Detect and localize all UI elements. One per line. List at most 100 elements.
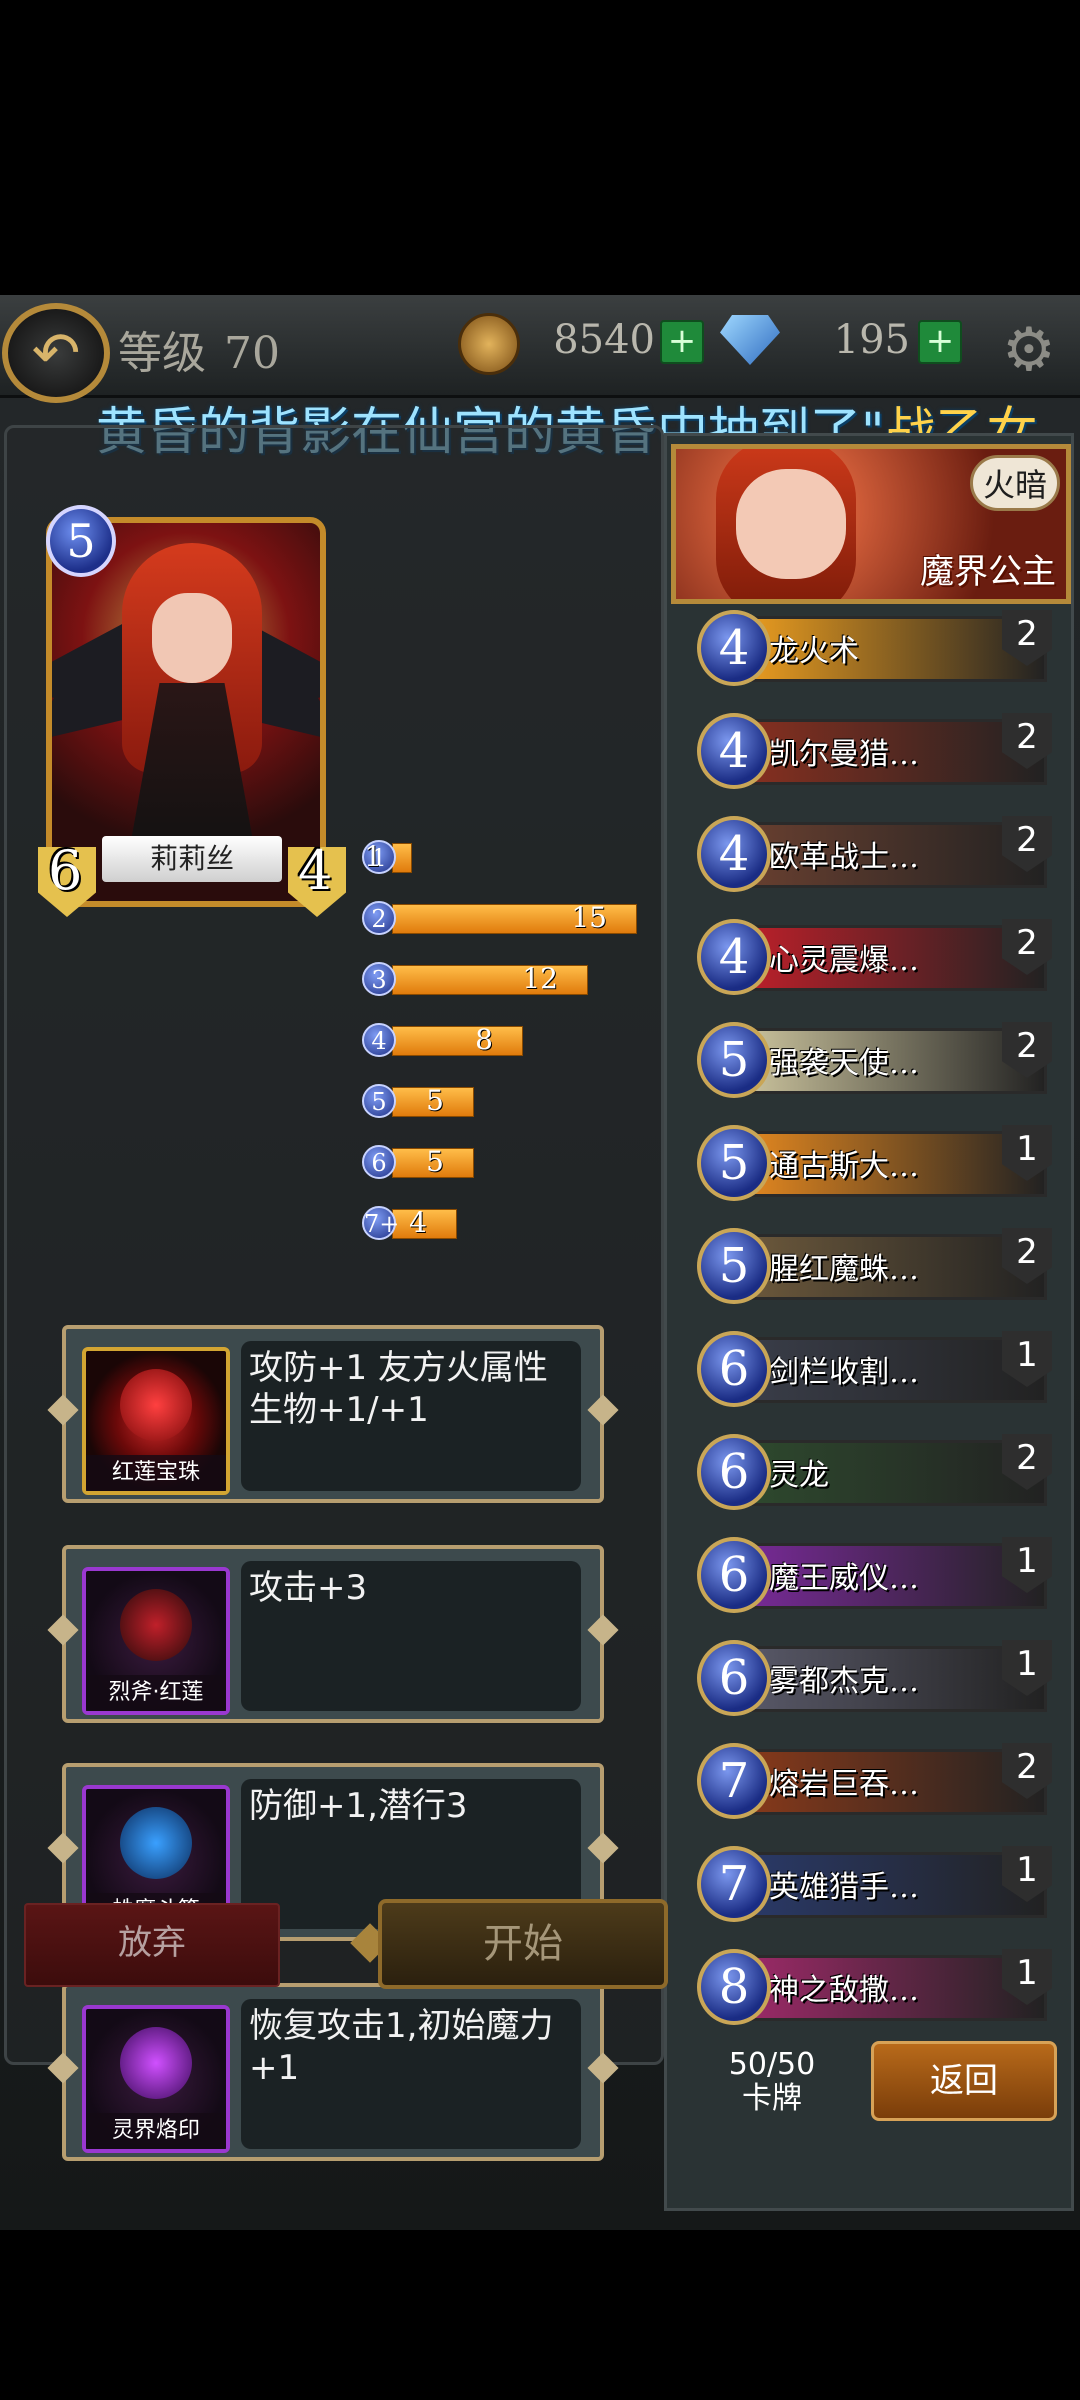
equipment-name: 红莲宝珠 bbox=[86, 1455, 226, 1491]
equipment-name: 烈斧·红莲 bbox=[86, 1675, 226, 1711]
card-cost: 4 bbox=[697, 919, 771, 995]
curve-bar bbox=[392, 1026, 523, 1056]
settings-gear-icon[interactable]: ⚙ bbox=[1002, 315, 1056, 385]
card-name: 欧革战士… bbox=[769, 840, 919, 875]
equipment-name: 灵界烙印 bbox=[86, 2113, 226, 2149]
curve-count: 5 bbox=[426, 1145, 444, 1178]
deck-card[interactable]: 腥红魔蛛… 5 2 bbox=[697, 1228, 1052, 1308]
coin-icon bbox=[458, 313, 520, 375]
equipment-description: 攻击+3 bbox=[241, 1561, 581, 1711]
equipment-icon: 红莲宝珠 bbox=[82, 1347, 230, 1495]
element-badge: 火暗 bbox=[969, 455, 1060, 511]
deck-card[interactable]: 凯尔曼猎… 4 2 bbox=[697, 713, 1052, 793]
curve-count: 5 bbox=[426, 1084, 444, 1117]
deck-card[interactable]: 神之敌撒… 8 1 bbox=[697, 1949, 1052, 2029]
equipment-art bbox=[120, 2027, 192, 2099]
equipment-icon: 灵界烙印 bbox=[82, 2005, 230, 2153]
deck-card[interactable]: 雾都杰克… 6 1 bbox=[697, 1640, 1052, 1720]
card-name: 心灵震爆… bbox=[769, 943, 919, 978]
curve-cost: 7+ bbox=[362, 1206, 399, 1240]
card-cost: 5 bbox=[697, 1125, 771, 1201]
diamond-icon bbox=[720, 315, 780, 365]
deck-card[interactable]: 灵龙 6 2 bbox=[697, 1434, 1052, 1514]
equipment-description: 攻防+1 友方火属性生物+1/+1 bbox=[241, 1341, 581, 1491]
deck-card[interactable]: 心灵震爆… 4 2 bbox=[697, 919, 1052, 999]
card-name: 凯尔曼猎… bbox=[769, 737, 919, 772]
card-cost: 6 bbox=[697, 1537, 771, 1613]
card-name: 龙火术 bbox=[769, 634, 859, 669]
hero-cost: 5 bbox=[46, 505, 116, 577]
curve-cost: 2 bbox=[362, 901, 396, 935]
card-cost: 7 bbox=[697, 1743, 771, 1819]
deck-panel: 火暗 魔界公主 龙火术 4 2 凯尔曼猎… 4 2 欧革战士… 4 2 心灵震爆… 4 2 强袭天使… 5… bbox=[664, 433, 1074, 2211]
leader-card[interactable]: 火暗 魔界公主 bbox=[671, 444, 1071, 604]
equipment-art bbox=[120, 1369, 192, 1441]
hero-health: 4 bbox=[298, 839, 333, 902]
leader-face bbox=[736, 469, 846, 579]
leader-title: 魔界公主 bbox=[920, 552, 1056, 592]
card-cost: 6 bbox=[697, 1331, 771, 1407]
card-name: 雾都杰克… bbox=[769, 1664, 919, 1699]
card-cost: 4 bbox=[697, 713, 771, 789]
add-gems-button[interactable]: + bbox=[918, 320, 962, 364]
deck-card[interactable]: 强袭天使… 5 2 bbox=[697, 1022, 1052, 1102]
top-bar: ↶ 等级 70 8540 + 195 + ⚙ bbox=[0, 295, 1080, 403]
card-cost: 4 bbox=[697, 610, 771, 686]
card-name: 强袭天使… bbox=[769, 1046, 919, 1081]
deck-card[interactable]: 龙火术 4 2 bbox=[697, 610, 1052, 690]
card-name: 魔王威仪… bbox=[769, 1561, 919, 1596]
return-button[interactable]: 返回 bbox=[871, 2041, 1057, 2121]
back-arrow-icon: ↶ bbox=[31, 319, 81, 387]
card-name: 剑栏收割… bbox=[769, 1355, 919, 1390]
card-cost: 4 bbox=[697, 816, 771, 892]
card-name: 腥红魔蛛… bbox=[769, 1252, 919, 1287]
card-cost: 5 bbox=[697, 1228, 771, 1304]
card-name: 熔岩巨吞… bbox=[769, 1767, 919, 1802]
level-value: 70 bbox=[224, 328, 280, 379]
equipment-slot[interactable]: 烈斧·红莲 攻击+3 bbox=[47, 1545, 619, 1723]
gem-amount: 195 bbox=[833, 317, 910, 363]
card-cost: 8 bbox=[697, 1949, 771, 2025]
deck-count: 50/50 卡牌 bbox=[707, 2048, 837, 2116]
deck-card[interactable]: 熔岩巨吞… 7 2 bbox=[697, 1743, 1052, 1823]
start-button[interactable]: 开始 bbox=[378, 1899, 668, 1989]
equipment-slot[interactable]: 红莲宝珠 攻防+1 友方火属性生物+1/+1 bbox=[47, 1325, 619, 1503]
deck-count-label: 卡牌 bbox=[742, 2081, 802, 2116]
curve-cost: 3 bbox=[362, 962, 396, 996]
card-cost: 5 bbox=[697, 1022, 771, 1098]
deck-card[interactable]: 剑栏收割… 6 1 bbox=[697, 1331, 1052, 1411]
hero-card[interactable]: 莉莉丝 5 6 4 bbox=[38, 505, 346, 917]
card-cost: 6 bbox=[697, 1640, 771, 1716]
curve-count: 4 bbox=[409, 1206, 427, 1239]
curve-count: 15 bbox=[571, 901, 607, 934]
deck-card[interactable]: 欧革战士… 4 2 bbox=[697, 816, 1052, 896]
curve-count: 1 bbox=[364, 840, 382, 873]
equipment-icon: 烈斧·红莲 bbox=[82, 1567, 230, 1715]
curve-count: 12 bbox=[522, 962, 558, 995]
deck-card[interactable]: 英雄猎手… 7 1 bbox=[697, 1846, 1052, 1926]
card-name: 英雄猎手… bbox=[769, 1870, 919, 1905]
curve-cost: 6 bbox=[362, 1145, 396, 1179]
back-button[interactable]: ↶ bbox=[2, 303, 110, 403]
deck-card[interactable]: 通古斯大… 5 1 bbox=[697, 1125, 1052, 1205]
card-name: 神之敌撒… bbox=[769, 1973, 919, 2008]
hero-face bbox=[152, 593, 232, 683]
hero-attack: 6 bbox=[48, 839, 83, 902]
coin-amount: 8540 bbox=[553, 317, 655, 363]
card-name: 通古斯大… bbox=[769, 1149, 919, 1184]
curve-cost: 4 bbox=[362, 1023, 396, 1057]
curve-cost: 5 bbox=[362, 1084, 396, 1118]
add-coins-button[interactable]: + bbox=[660, 320, 704, 364]
equipment-art bbox=[120, 1807, 192, 1879]
level-label: 等级 bbox=[118, 328, 206, 379]
deck-card[interactable]: 魔王威仪… 6 1 bbox=[697, 1537, 1052, 1617]
card-cost: 6 bbox=[697, 1434, 771, 1510]
equipment-art bbox=[120, 1589, 192, 1661]
game-screen: ↶ 等级70 8540 + 195 + ⚙ 黄昏的背影在仙宫的黄昏中抽到了"战乙… bbox=[0, 295, 1080, 2230]
equipment-description: 恢复攻击1,初始魔力+1 bbox=[241, 1999, 581, 2149]
hero-name: 莉莉丝 bbox=[102, 836, 282, 882]
deck-count-value: 50/50 bbox=[728, 2047, 816, 2082]
give-up-button[interactable]: 放弃 bbox=[24, 1903, 280, 1987]
equipment-slot[interactable]: 灵界烙印 恢复攻击1,初始魔力+1 bbox=[47, 1983, 619, 2161]
curve-count: 8 bbox=[475, 1023, 493, 1056]
